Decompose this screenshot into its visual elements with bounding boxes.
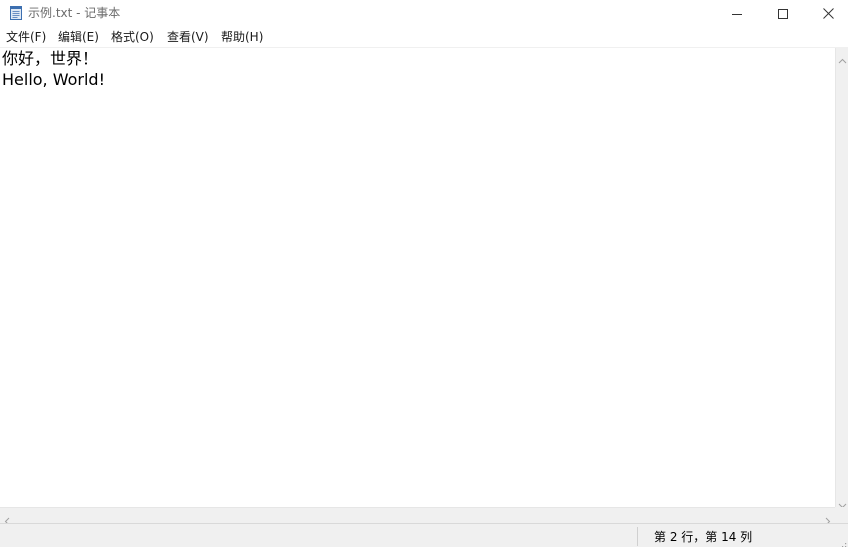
vertical-scrollbar[interactable] [835,48,848,509]
status-bar: 第 2 行，第 14 列 [0,523,848,547]
minimize-icon [732,4,742,23]
scroll-down-icon[interactable] [838,495,847,509]
scroll-right-icon[interactable] [823,511,832,526]
menu-file[interactable]: 文件(F) [6,29,46,45]
status-divider [637,527,638,546]
notepad-icon [8,5,24,21]
editor-line: Hello, World! [2,70,105,89]
cursor-position: 第 2 行，第 14 列 [654,530,753,544]
horizontal-scrollbar[interactable] [0,507,835,526]
menu-edit[interactable]: 编辑(E) [58,29,99,45]
close-button[interactable] [805,0,848,26]
title-bar[interactable]: 示例.txt - 记事本 [0,0,848,26]
scrollbar-corner [835,507,848,523]
menu-view[interactable]: 查看(V) [167,29,209,45]
text-editor[interactable]: 你好，世界！ Hello, World! [0,48,835,507]
menu-bar: 文件(F) 编辑(E) 格式(O) 查看(V) 帮助(H) [0,26,848,47]
minimize-button[interactable] [714,0,760,26]
scroll-left-icon[interactable] [3,511,12,526]
menu-format[interactable]: 格式(O) [111,29,154,45]
maximize-icon [778,4,788,23]
scroll-up-icon[interactable] [838,51,847,64]
close-icon [822,4,834,23]
maximize-button[interactable] [760,0,806,26]
menu-help[interactable]: 帮助(H) [221,29,263,45]
resize-grip-icon[interactable] [837,536,847,547]
editor-line: 你好，世界！ [2,49,99,68]
window-title: 示例.txt - 记事本 [28,6,121,20]
